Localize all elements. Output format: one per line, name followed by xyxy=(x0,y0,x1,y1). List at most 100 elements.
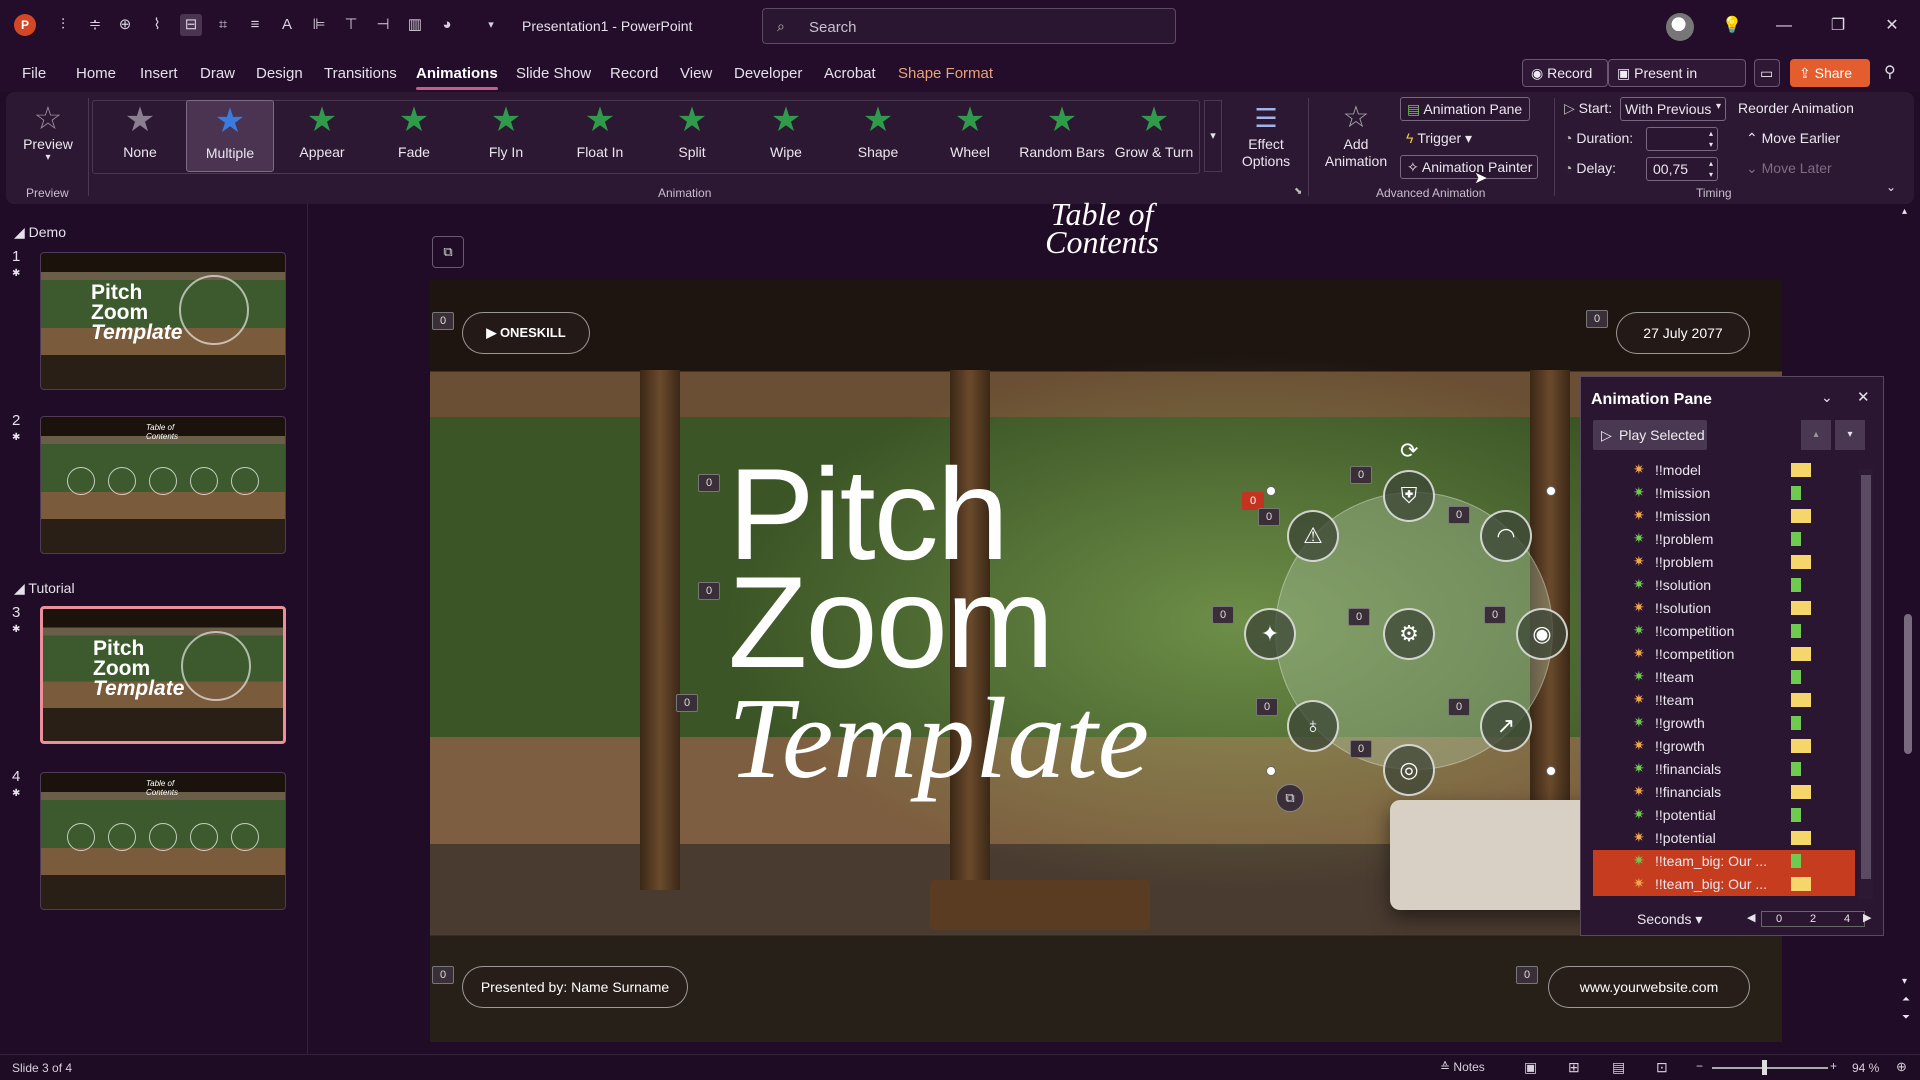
tab-shape-format[interactable]: Shape Format xyxy=(898,65,993,82)
gauge-icon[interactable]: ◠ xyxy=(1480,510,1532,562)
distribute-icon[interactable]: ≑ xyxy=(84,14,106,36)
animation-item[interactable]: ✷ !!mission xyxy=(1593,482,1855,505)
sparkle-icon[interactable]: ✦ xyxy=(1244,608,1296,660)
slide-title[interactable]: Pitch Zoom xyxy=(728,449,1054,687)
scroll-down-icon[interactable]: ▾ xyxy=(1902,976,1907,987)
animation-fade[interactable]: ★ Fade xyxy=(370,100,458,172)
selection-handle[interactable] xyxy=(1266,486,1276,496)
ribbon-expand-icon[interactable]: ⌄ xyxy=(1886,180,1896,194)
animation-random-bars[interactable]: ★ Random Bars xyxy=(1018,100,1106,172)
tab-draw[interactable]: Draw xyxy=(200,65,235,82)
align-center-icon[interactable]: ⊟ xyxy=(180,14,202,36)
animation-order-badge[interactable]: 0 xyxy=(1258,508,1280,526)
shape-fill-icon[interactable]: ◕ xyxy=(436,14,458,36)
chart-icon[interactable]: ▥ xyxy=(404,14,426,36)
customize-qat-icon[interactable]: ▾ xyxy=(480,14,502,36)
share-button[interactable]: ⇪ Share ▾ xyxy=(1790,59,1870,107)
previous-slide-icon[interactable]: ⏶ xyxy=(1902,994,1910,1005)
website-badge[interactable]: www.yourwebsite.com xyxy=(1548,966,1750,1008)
animation-painter-button[interactable]: ✧ Animation Painter xyxy=(1400,155,1538,179)
profile-icon[interactable]: ◉ xyxy=(1516,608,1568,660)
animation-order-badge[interactable]: 0 xyxy=(1448,506,1470,524)
normal-view-icon[interactable]: ▣ xyxy=(1524,1059,1537,1076)
lightbulb-icon[interactable]: ♁ xyxy=(1287,700,1339,752)
animation-item[interactable]: ✷ !!potential xyxy=(1593,804,1855,827)
reading-view-icon[interactable]: ▤ xyxy=(1612,1059,1625,1076)
timeline-ruler[interactable]: 0 2 4 xyxy=(1761,911,1865,927)
tab-acrobat[interactable]: Acrobat xyxy=(824,65,876,82)
timeline-left-icon[interactable]: ◀ xyxy=(1747,911,1755,924)
animation-order-badge[interactable]: 0 xyxy=(1448,698,1470,716)
tab-design[interactable]: Design xyxy=(256,65,303,82)
growth-chart-icon[interactable]: ↗ xyxy=(1480,700,1532,752)
fit-to-window-icon[interactable]: ⊕ xyxy=(1896,1059,1907,1075)
record-button[interactable]: ◉ Record xyxy=(1522,59,1608,87)
shield-icon[interactable]: ⛨ xyxy=(1383,470,1435,522)
slide-thumb-2[interactable]: Table of Contents xyxy=(40,416,286,554)
section-demo[interactable]: ◢ Demo xyxy=(14,224,66,241)
animation-order-badge[interactable]: 0 xyxy=(1348,608,1370,626)
crop-icon[interactable]: ⌗ xyxy=(212,14,234,36)
tab-slide-show[interactable]: Slide Show xyxy=(516,65,591,82)
selection-handle[interactable] xyxy=(1266,766,1276,776)
zoom-slider[interactable] xyxy=(1712,1067,1828,1069)
avatar[interactable] xyxy=(1666,13,1694,41)
section-tutorial[interactable]: ◢ Tutorial xyxy=(14,580,75,597)
zoom-slider-thumb[interactable] xyxy=(1762,1060,1767,1075)
animation-item[interactable]: ✷ !!growth xyxy=(1593,735,1855,758)
tab-file[interactable]: File xyxy=(22,65,46,82)
slide-vertical-scrollbar[interactable]: ▴ ▾ ⏶ ⏷ xyxy=(1898,204,1918,1054)
animation-item[interactable]: ✷ !!mission xyxy=(1593,505,1855,528)
animation-item[interactable]: ✷ !!problem xyxy=(1593,551,1855,574)
selection-handle[interactable] xyxy=(1546,486,1556,496)
tab-insert[interactable]: Insert xyxy=(140,65,178,82)
animation-wipe[interactable]: ★ Wipe xyxy=(742,100,830,172)
animation-order-badge[interactable]: 0 xyxy=(698,474,720,492)
text-align-icon[interactable]: ≡ xyxy=(244,14,266,36)
zoom-out-icon[interactable]: − xyxy=(1696,1059,1703,1073)
collapse-ribbon-icon[interactable]: ⚲ xyxy=(1884,62,1896,82)
animation-order-badge[interactable]: 0 xyxy=(1350,466,1372,484)
zoom-link-icon[interactable]: ⧉ xyxy=(1276,784,1304,812)
move-down-button[interactable]: ▾ xyxy=(1835,420,1865,450)
lightbulb-icon[interactable]: 💡 xyxy=(1718,12,1746,40)
seconds-dropdown[interactable]: Seconds ▾ xyxy=(1637,911,1702,928)
move-later-button[interactable]: ⌄ Move Later xyxy=(1746,160,1832,177)
animation-order-badge[interactable]: 0 xyxy=(1350,740,1372,758)
next-slide-icon[interactable]: ⏷ xyxy=(1902,1012,1910,1023)
animation-float-in[interactable]: ★ Float In xyxy=(556,100,644,172)
notes-button[interactable]: ≙ Notes xyxy=(1440,1060,1485,1074)
preview-button[interactable]: ☆ Preview ▾ xyxy=(18,100,78,163)
animation-item[interactable]: ✷ !!solution xyxy=(1593,597,1855,620)
animation-item[interactable]: ✷ !!team xyxy=(1593,666,1855,689)
font-icon[interactable]: A xyxy=(276,14,298,36)
animation-fly-in[interactable]: ★ Fly In xyxy=(462,100,550,172)
warning-icon[interactable]: ⚠ xyxy=(1287,510,1339,562)
trigger-button[interactable]: ϟ Trigger ▾ xyxy=(1406,130,1472,147)
tab-home[interactable]: Home xyxy=(76,65,116,82)
timeline-right-icon[interactable]: ▶ xyxy=(1863,911,1871,924)
start-select[interactable]: With Previous ▾ xyxy=(1620,97,1726,121)
scroll-up-icon[interactable]: ▴ xyxy=(1902,206,1907,217)
animation-item[interactable]: ✷ !!financials xyxy=(1593,758,1855,781)
restore-icon[interactable]: ❐ xyxy=(1824,12,1852,40)
animation-order-badge[interactable]: 0 xyxy=(432,966,454,984)
minimize-icon[interactable]: — xyxy=(1770,12,1798,40)
animation-multiple[interactable]: ★ Multiple xyxy=(186,100,274,172)
tab-developer[interactable]: Developer xyxy=(734,65,802,82)
animation-order-badge[interactable]: 0 xyxy=(1484,606,1506,624)
animation-order-badge[interactable]: 0 xyxy=(698,582,720,600)
scrollbar-thumb[interactable] xyxy=(1904,614,1912,754)
comments-button[interactable]: ▭ xyxy=(1754,59,1780,87)
animation-item[interactable]: ✷ !!problem xyxy=(1593,528,1855,551)
animation-item[interactable]: ✷ !!potential xyxy=(1593,827,1855,850)
selection-handle[interactable] xyxy=(1546,766,1556,776)
animation-pane-button[interactable]: ▤ Animation Pane xyxy=(1400,97,1530,121)
scrollbar-thumb[interactable] xyxy=(1861,475,1871,879)
align-icon[interactable]: ⫶ xyxy=(52,14,74,36)
animation-item[interactable]: ✷ !!team xyxy=(1593,689,1855,712)
slide-thumb-4[interactable]: Table of Contents xyxy=(40,772,286,910)
tab-view[interactable]: View xyxy=(680,65,712,82)
animation-item[interactable]: ✷ !!financials xyxy=(1593,781,1855,804)
play-selected-button[interactable]: ▷ Play Selected xyxy=(1593,420,1707,450)
